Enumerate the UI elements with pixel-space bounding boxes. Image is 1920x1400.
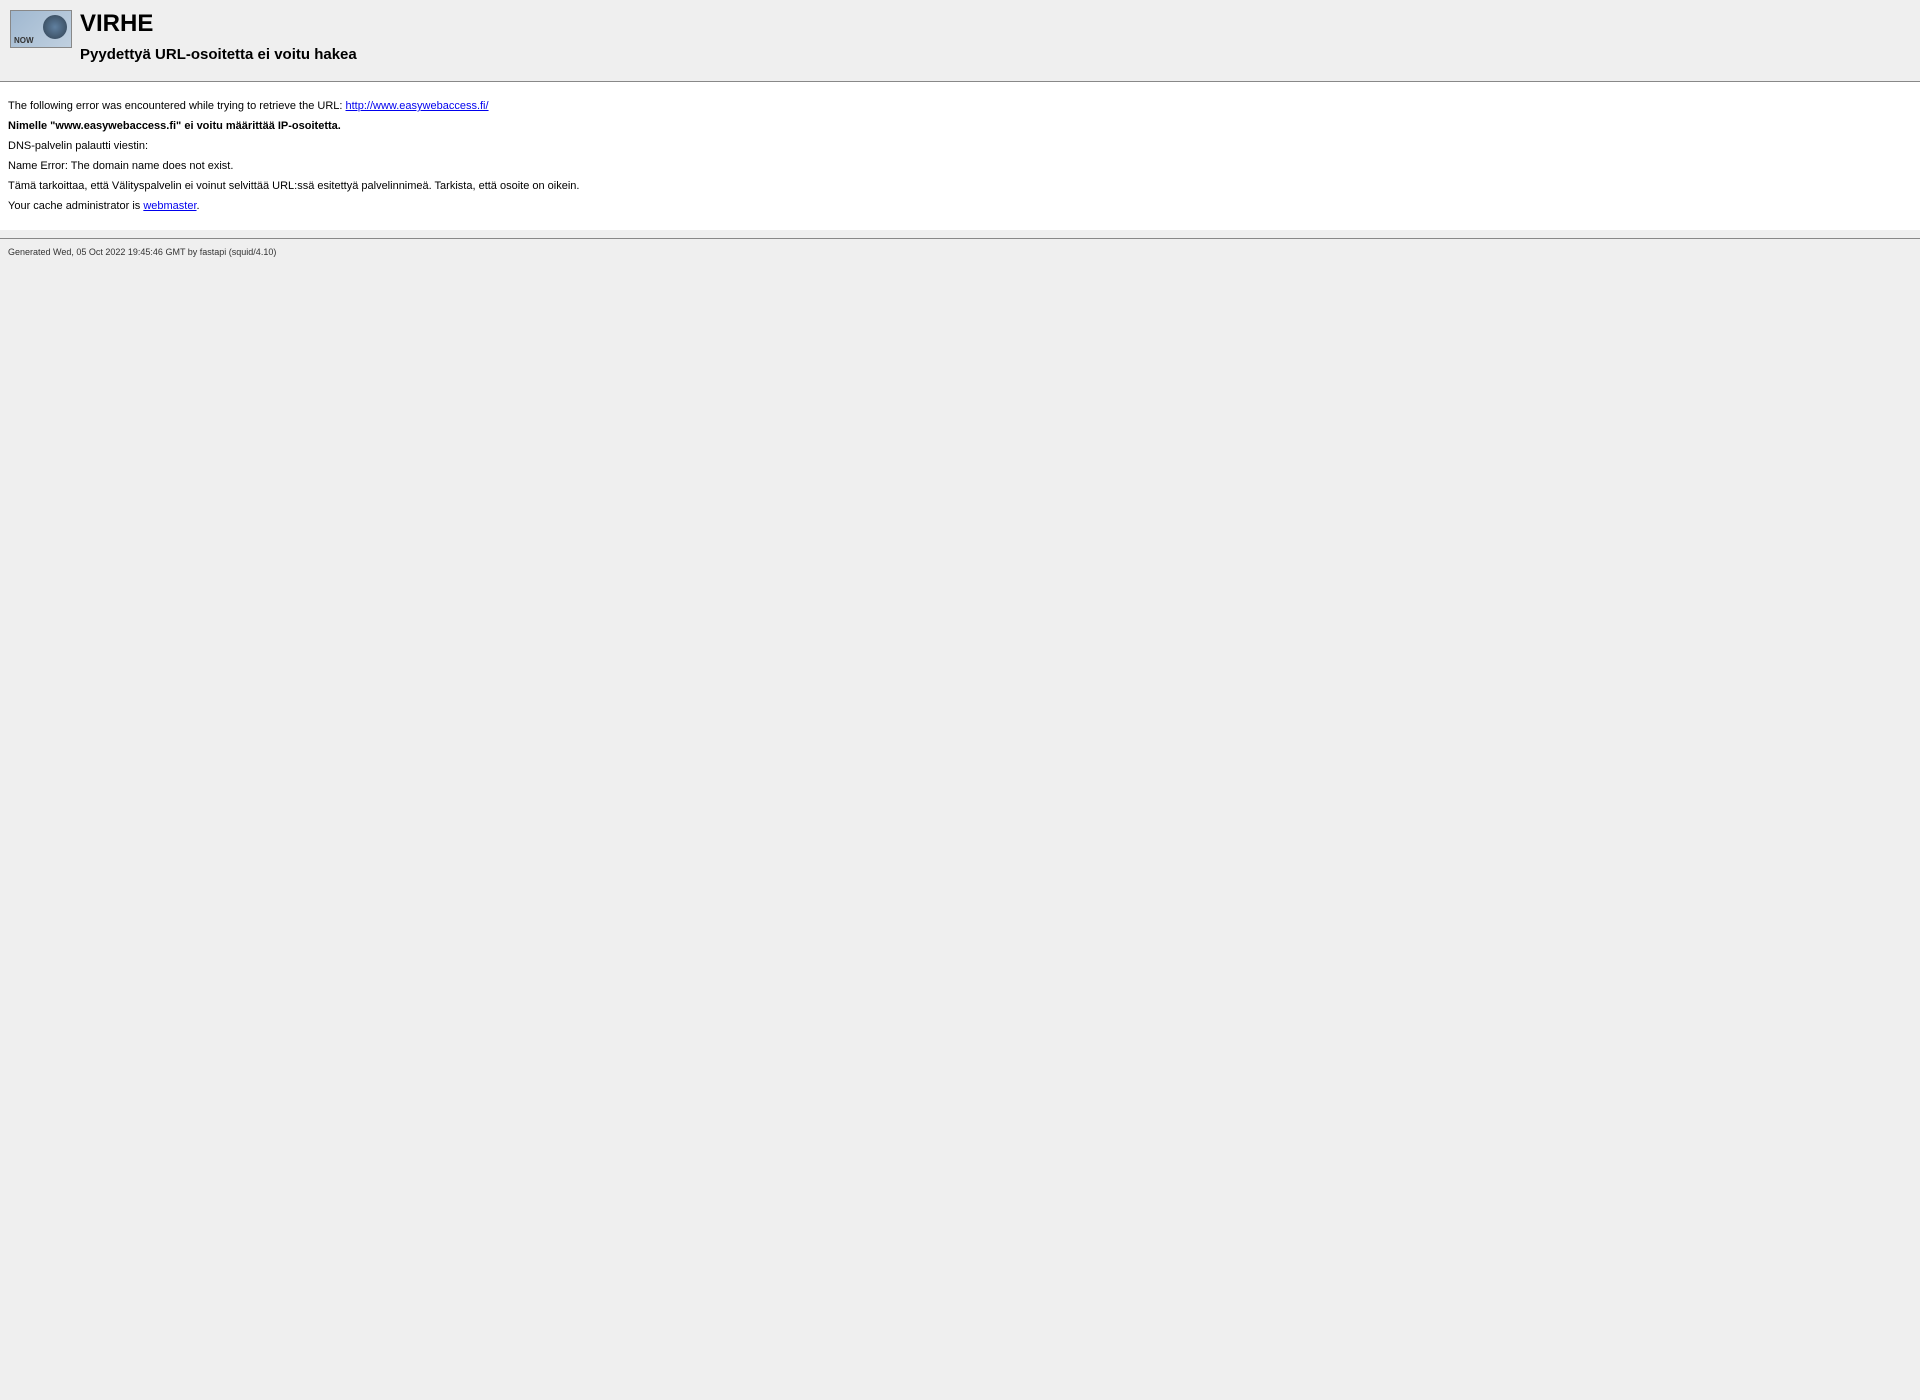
admin-period: . (197, 200, 200, 212)
page-header: NOW VIRHE Pyydettyä URL-osoitetta ei voi… (0, 0, 1920, 73)
logo-text: NOW (14, 36, 34, 45)
content-area: The following error was encountered whil… (0, 82, 1920, 230)
squid-logo: NOW (10, 10, 72, 48)
logo-swirl-icon (43, 15, 67, 39)
header-text-block: VIRHE Pyydettyä URL-osoitetta ei voitu h… (80, 10, 357, 63)
failed-url-link[interactable]: http://www.easywebaccess.fi/ (346, 100, 489, 112)
dns-message-text: DNS-palvelin palautti viestin: (8, 140, 1912, 152)
dns-error-text: Nimelle "www.easywebaccess.fi" ei voitu … (8, 120, 1912, 132)
admin-intro-text: Your cache administrator is (8, 200, 143, 212)
name-error-text: Name Error: The domain name does not exi… (8, 160, 1912, 172)
error-subtitle: Pyydettyä URL-osoitetta ei voitu hakea (80, 46, 357, 63)
explanation-text: Tämä tarkoittaa, että Välityspalvelin ei… (8, 180, 1912, 192)
admin-paragraph: Your cache administrator is webmaster. (8, 200, 1912, 212)
footer-area: Generated Wed, 05 Oct 2022 19:45:46 GMT … (0, 239, 1920, 265)
error-title: VIRHE (80, 10, 357, 38)
intro-paragraph: The following error was encountered whil… (8, 100, 1912, 112)
webmaster-link[interactable]: webmaster (143, 200, 196, 212)
generated-timestamp: Generated Wed, 05 Oct 2022 19:45:46 GMT … (8, 247, 276, 257)
intro-text: The following error was encountered whil… (8, 100, 346, 112)
